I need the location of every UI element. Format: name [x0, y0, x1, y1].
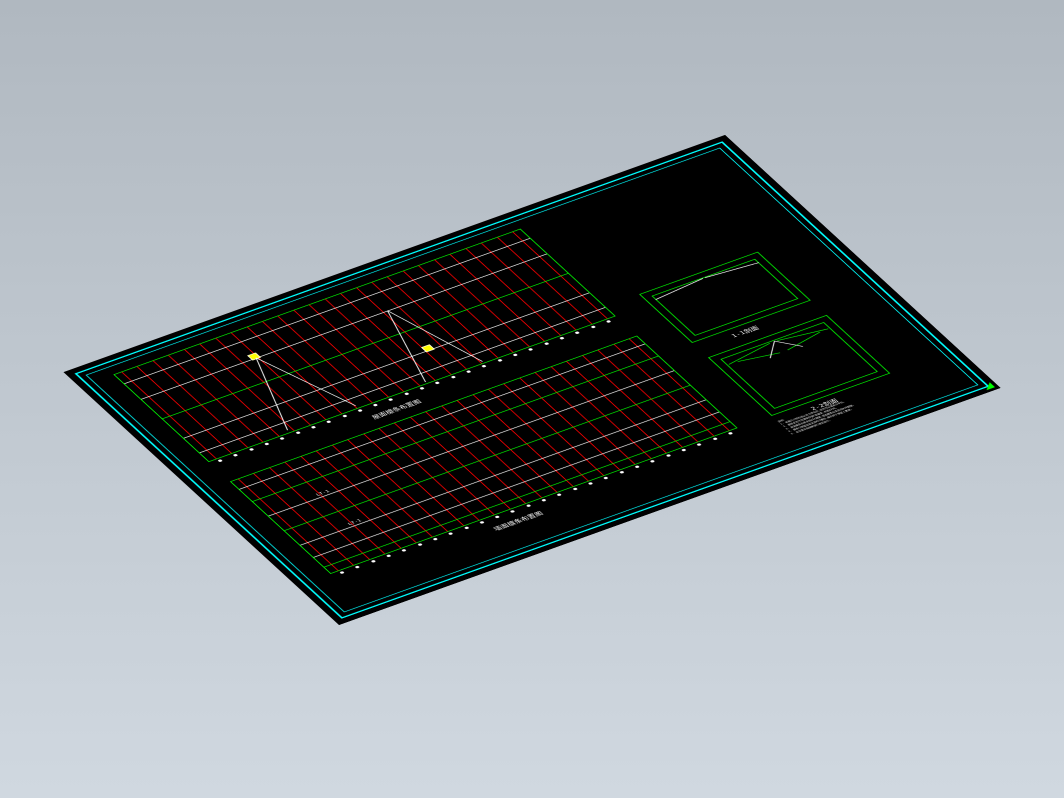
axis-bubble [728, 432, 734, 435]
axis-bubble [512, 353, 518, 356]
gridline [426, 412, 526, 504]
axis-bubble [357, 409, 363, 412]
gridline [535, 372, 635, 464]
axis-bubble [373, 403, 379, 406]
axis-bubble [401, 549, 407, 552]
axis-bubble [404, 392, 410, 395]
axis-bubble [497, 359, 503, 362]
gridline [301, 457, 401, 549]
gridline [504, 384, 604, 476]
gridline [394, 423, 494, 515]
axis-bubble [696, 443, 702, 446]
axis-bubble [417, 543, 423, 546]
gridline [363, 434, 463, 526]
axis-bubble [510, 510, 516, 513]
gridline [379, 429, 479, 521]
axis-bubble [295, 431, 301, 434]
axis-bubble [559, 337, 565, 340]
axis-bubble [619, 471, 625, 474]
axis-bubble [590, 325, 596, 328]
gridline [457, 401, 557, 493]
gridline [582, 356, 682, 448]
axis-bubble [339, 571, 345, 574]
gridline [347, 440, 447, 532]
gridline [473, 395, 573, 487]
gridline [551, 367, 651, 459]
axis-bubble [712, 437, 718, 440]
axis-bubble [264, 442, 270, 445]
axis-bubble [432, 538, 438, 541]
axis-bubble [419, 387, 425, 390]
axis-bubble [217, 459, 223, 462]
axis-bubble [248, 448, 254, 451]
axis-bubble [386, 554, 392, 557]
axis-bubble [479, 521, 485, 524]
axis-bubble [342, 415, 348, 418]
axis-bubble [370, 560, 376, 563]
axis-bubble [603, 476, 609, 479]
axis-bubble [681, 449, 687, 452]
drawing-sheet[interactable]: 屋面檩条布置图 LT-1 LT-1 墙面檩条布置图 1-1剖面 2-2剖面 说明… [63, 135, 1000, 625]
axis-bubble [388, 398, 394, 401]
axis-bubble [311, 426, 317, 429]
viewport-background: 屋面檩条布置图 LT-1 LT-1 墙面檩条布置图 1-1剖面 2-2剖面 说明… [0, 0, 1064, 798]
axis-bubble [634, 465, 640, 468]
axis-bubble [650, 460, 656, 463]
axis-bubble [544, 342, 550, 345]
axis-bubble [233, 454, 239, 457]
ucs-icon [981, 382, 995, 390]
axis-bubble [557, 493, 563, 496]
gridline [566, 361, 666, 453]
gridline [441, 406, 541, 498]
axis-bubble [665, 454, 671, 457]
axis-bubble [448, 532, 454, 535]
axis-bubble [575, 331, 581, 334]
axis-bubble [326, 420, 332, 423]
gridline [316, 451, 416, 543]
axis-bubble [463, 526, 469, 529]
axis-bubble [450, 376, 456, 379]
axis-bubble [466, 370, 472, 373]
axis-bubble [355, 565, 361, 568]
axis-bubble [495, 515, 501, 518]
axis-bubble [481, 364, 487, 367]
gridline [519, 378, 619, 470]
axis-bubble [606, 320, 612, 323]
axis-bubble [528, 348, 534, 351]
gridline [488, 389, 588, 481]
axis-bubble [279, 437, 285, 440]
axis-bubble [541, 499, 547, 502]
gridline [410, 417, 510, 509]
gridline [285, 462, 385, 554]
axis-bubble [588, 482, 594, 485]
axis-bubble [435, 381, 441, 384]
axis-bubble [572, 487, 578, 490]
axis-bubble [526, 504, 532, 507]
